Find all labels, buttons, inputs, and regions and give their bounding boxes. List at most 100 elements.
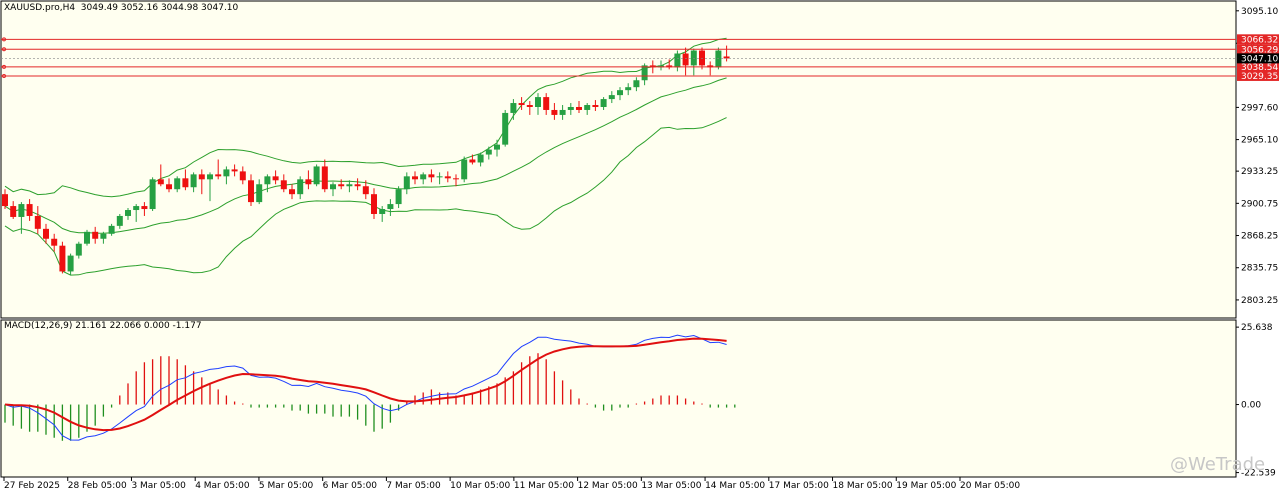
candle-body xyxy=(420,174,427,180)
time-tick-label: 12 Mar 05:00 xyxy=(578,481,638,491)
candle-body xyxy=(272,176,279,181)
candle-body xyxy=(289,189,295,195)
candle-body xyxy=(215,174,222,177)
candle-body xyxy=(576,106,582,110)
candle-body xyxy=(567,106,574,110)
price-info-label: XAUUSD.pro,H4 3049.49 3052.16 3044.98 30… xyxy=(4,3,239,13)
price-pane-frame xyxy=(0,0,1237,319)
candle-body xyxy=(518,103,525,106)
candle-body xyxy=(444,176,451,179)
candle-body xyxy=(354,184,361,187)
candle-body xyxy=(108,225,115,234)
candle-body xyxy=(92,231,99,239)
time-tick-label: 7 Mar 05:00 xyxy=(386,481,441,491)
current-price-label: 3047.10 xyxy=(1241,54,1278,64)
candle-body xyxy=(469,159,476,163)
candle-body xyxy=(510,103,517,113)
candle-body xyxy=(100,233,107,239)
candle-body xyxy=(84,231,90,244)
candle-body xyxy=(34,215,41,229)
candle-body xyxy=(157,179,164,185)
time-tick-label: 28 Feb 05:00 xyxy=(68,481,127,491)
candle-body xyxy=(395,189,402,205)
price-tick-label: 2868.25 xyxy=(1241,232,1278,242)
time-tick-label: 10 Mar 05:00 xyxy=(450,481,510,491)
candle-body xyxy=(2,194,8,207)
time-tick-label: 11 Mar 05:00 xyxy=(514,481,574,491)
candle-body xyxy=(674,53,681,68)
candle-body xyxy=(526,105,533,107)
candle-body xyxy=(535,97,541,107)
time-tick-label: 5 Mar 05:00 xyxy=(259,481,314,491)
candle-body xyxy=(584,105,591,110)
candle-body xyxy=(141,206,148,210)
candle-body xyxy=(330,184,336,190)
macd-tick-label: 25.638 xyxy=(1241,323,1273,333)
candle-body xyxy=(231,169,238,172)
candle-body xyxy=(379,209,386,214)
candle-body xyxy=(387,204,394,210)
price-tick-label: 2900.75 xyxy=(1241,199,1278,209)
candle-body xyxy=(338,184,345,187)
candle-body xyxy=(551,109,558,115)
candle-body xyxy=(715,50,722,68)
candle-body xyxy=(190,174,197,188)
candle-body xyxy=(690,50,697,66)
candle-body xyxy=(248,180,254,203)
time-tick-label: 19 Mar 05:00 xyxy=(896,481,956,491)
candle-body xyxy=(239,171,246,181)
macd-tick-label: 0.00 xyxy=(1241,401,1261,411)
time-tick-label: 18 Mar 05:00 xyxy=(833,481,893,491)
candle-body xyxy=(182,178,189,188)
candle-body xyxy=(174,178,181,190)
price-tick-label: 2835.75 xyxy=(1241,264,1278,274)
candle-body xyxy=(633,80,640,88)
watermark: @WeTrade xyxy=(1170,454,1266,475)
candle-body xyxy=(600,99,607,107)
candle-body xyxy=(453,178,459,180)
macd-info-label: MACD(12,26,9) 21.161 22.066 0.000 -1.177 xyxy=(4,321,202,331)
candle-body xyxy=(166,184,172,190)
candle-body xyxy=(198,174,205,180)
candle-body xyxy=(10,206,17,217)
candle-body xyxy=(149,179,156,210)
candle-body xyxy=(362,186,369,195)
candle-body xyxy=(592,105,599,107)
candle-body xyxy=(305,179,312,185)
candle-body xyxy=(641,65,648,81)
time-tick-label: 20 Mar 05:00 xyxy=(960,481,1020,491)
price-level-label: 3066.32 xyxy=(1241,35,1278,45)
candle-body xyxy=(608,95,615,100)
price-tick-label: 2933.25 xyxy=(1241,167,1278,177)
candle-body xyxy=(43,228,49,239)
candle-body xyxy=(436,176,443,178)
macd-pane-frame xyxy=(0,319,1237,478)
candle-body xyxy=(18,204,25,217)
candle-body xyxy=(477,154,484,163)
price-tick-label: 2803.25 xyxy=(1241,296,1278,306)
candle-body xyxy=(494,144,500,150)
candle-body xyxy=(297,179,304,195)
candle-body xyxy=(280,180,287,190)
time-tick-label: 6 Mar 05:00 xyxy=(323,481,378,491)
time-tick-label: 4 Mar 05:00 xyxy=(195,481,250,491)
candle-body xyxy=(321,166,328,190)
candle-body xyxy=(403,176,410,190)
time-tick-label: 3 Mar 05:00 xyxy=(131,481,186,491)
candle-body xyxy=(125,210,131,216)
chart-canvas: 3095.103062.352997.602965.102933.252900.… xyxy=(0,0,1279,491)
price-tick-label: 3095.10 xyxy=(1241,7,1278,17)
candle-body xyxy=(502,112,509,145)
candle-body xyxy=(264,176,271,185)
time-tick-label: 17 Mar 05:00 xyxy=(769,481,829,491)
price-tick-label: 2965.10 xyxy=(1241,136,1278,146)
candle-body xyxy=(133,206,140,211)
candle-body xyxy=(207,174,213,180)
candle-body xyxy=(485,149,492,155)
candle-body xyxy=(461,159,468,180)
candle-body xyxy=(26,204,33,216)
candle-body xyxy=(67,255,74,272)
candle-body xyxy=(371,194,377,214)
candle-body xyxy=(428,174,435,178)
candle-body xyxy=(116,215,123,226)
